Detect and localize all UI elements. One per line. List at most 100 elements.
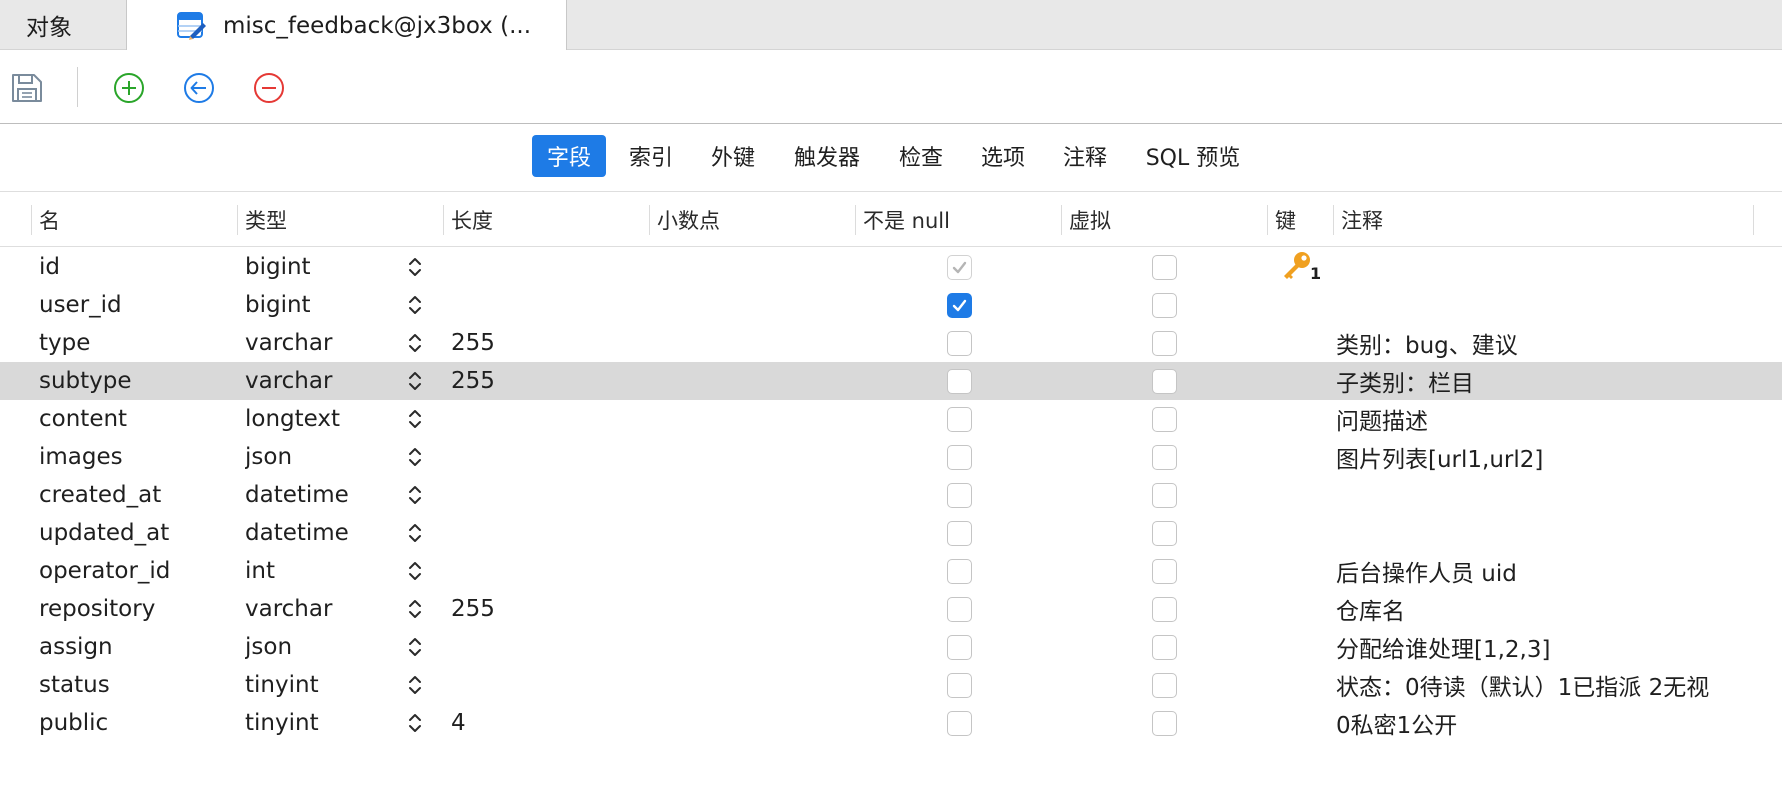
field-length-cell[interactable] xyxy=(451,248,601,286)
add-field-button[interactable] xyxy=(112,71,146,105)
not-null-checkbox[interactable] xyxy=(946,406,972,432)
key-cell[interactable] xyxy=(1280,514,1320,552)
field-type-cell[interactable]: longtext xyxy=(245,400,395,438)
field-decimal-cell[interactable] xyxy=(656,514,806,552)
column-header-not-null[interactable]: 不是 null xyxy=(855,193,1061,247)
field-length-cell[interactable]: 4 xyxy=(451,704,601,742)
type-dropdown-toggle[interactable] xyxy=(404,324,426,362)
table-row[interactable]: content longtext 问题描述 xyxy=(0,400,1782,438)
field-comment-cell[interactable] xyxy=(1336,248,1776,286)
not-null-checkbox[interactable] xyxy=(946,254,972,280)
column-header-type[interactable]: 类型 xyxy=(237,193,443,247)
field-name-cell[interactable]: created_at xyxy=(39,476,229,514)
not-null-checkbox[interactable] xyxy=(946,368,972,394)
type-dropdown-toggle[interactable] xyxy=(404,400,426,438)
field-decimal-cell[interactable] xyxy=(656,704,806,742)
field-type-cell[interactable]: int xyxy=(245,552,395,590)
delete-field-button[interactable] xyxy=(252,71,286,105)
field-type-cell[interactable]: datetime xyxy=(245,514,395,552)
field-comment-cell[interactable]: 仓库名 xyxy=(1336,590,1776,628)
field-decimal-cell[interactable] xyxy=(656,438,806,476)
field-name-cell[interactable]: type xyxy=(39,324,229,362)
virtual-checkbox[interactable] xyxy=(1151,330,1177,356)
field-type-cell[interactable]: tinyint xyxy=(245,704,395,742)
field-length-cell[interactable]: 255 xyxy=(451,324,601,362)
field-name-cell[interactable]: assign xyxy=(39,628,229,666)
key-cell[interactable] xyxy=(1280,590,1320,628)
field-decimal-cell[interactable] xyxy=(656,476,806,514)
subtab-comment[interactable]: 注释 xyxy=(1048,135,1122,177)
field-decimal-cell[interactable] xyxy=(656,286,806,324)
column-header-key[interactable]: 键 xyxy=(1267,193,1333,247)
tab-objects[interactable]: 对象 xyxy=(0,0,127,50)
not-null-checkbox[interactable] xyxy=(946,482,972,508)
virtual-checkbox[interactable] xyxy=(1151,558,1177,584)
field-type-cell[interactable]: json xyxy=(245,628,395,666)
field-comment-cell[interactable]: 子类别：栏目 xyxy=(1336,362,1776,400)
type-dropdown-toggle[interactable] xyxy=(404,248,426,286)
field-length-cell[interactable] xyxy=(451,514,601,552)
key-cell[interactable] xyxy=(1280,286,1320,324)
key-cell[interactable] xyxy=(1280,628,1320,666)
subtab-fields[interactable]: 字段 xyxy=(532,135,606,177)
virtual-checkbox[interactable] xyxy=(1151,444,1177,470)
field-decimal-cell[interactable] xyxy=(656,248,806,286)
not-null-checkbox[interactable] xyxy=(946,596,972,622)
virtual-checkbox[interactable] xyxy=(1151,292,1177,318)
table-row[interactable]: operator_id int 后台操作人员 uid xyxy=(0,552,1782,590)
column-header-decimal[interactable]: 小数点 xyxy=(649,193,855,247)
field-name-cell[interactable]: operator_id xyxy=(39,552,229,590)
virtual-checkbox[interactable] xyxy=(1151,520,1177,546)
subtab-foreign-keys[interactable]: 外键 xyxy=(696,135,770,177)
key-cell[interactable] xyxy=(1280,438,1320,476)
key-cell[interactable] xyxy=(1280,400,1320,438)
column-header-name[interactable]: 名 xyxy=(31,193,237,247)
field-decimal-cell[interactable] xyxy=(656,400,806,438)
field-name-cell[interactable]: content xyxy=(39,400,229,438)
field-comment-cell[interactable] xyxy=(1336,514,1776,552)
field-name-cell[interactable]: updated_at xyxy=(39,514,229,552)
type-dropdown-toggle[interactable] xyxy=(404,514,426,552)
save-button[interactable] xyxy=(10,71,44,105)
virtual-checkbox[interactable] xyxy=(1151,672,1177,698)
table-row[interactable]: public tinyint 4 0私密1公开 xyxy=(0,704,1782,742)
table-row[interactable]: id bigint 1 xyxy=(0,248,1782,286)
key-cell[interactable] xyxy=(1280,704,1320,742)
table-row[interactable]: status tinyint 状态：0待读（默认）1已指派 2无视 xyxy=(0,666,1782,704)
field-decimal-cell[interactable] xyxy=(656,324,806,362)
field-decimal-cell[interactable] xyxy=(656,628,806,666)
not-null-checkbox[interactable] xyxy=(946,672,972,698)
virtual-checkbox[interactable] xyxy=(1151,710,1177,736)
field-length-cell[interactable] xyxy=(451,286,601,324)
column-header-comment[interactable]: 注释 xyxy=(1333,193,1753,247)
table-row[interactable]: repository varchar 255 仓库名 xyxy=(0,590,1782,628)
field-comment-cell[interactable]: 问题描述 xyxy=(1336,400,1776,438)
not-null-checkbox[interactable] xyxy=(946,710,972,736)
field-length-cell[interactable] xyxy=(451,628,601,666)
field-type-cell[interactable]: varchar xyxy=(245,324,395,362)
column-header-length[interactable]: 长度 xyxy=(443,193,649,247)
not-null-checkbox[interactable] xyxy=(946,292,972,318)
key-cell[interactable] xyxy=(1280,324,1320,362)
key-cell[interactable] xyxy=(1280,552,1320,590)
type-dropdown-toggle[interactable] xyxy=(404,286,426,324)
not-null-checkbox[interactable] xyxy=(946,558,972,584)
subtab-triggers[interactable]: 触发器 xyxy=(780,135,874,177)
type-dropdown-toggle[interactable] xyxy=(404,438,426,476)
column-header-virtual[interactable]: 虚拟 xyxy=(1061,193,1267,247)
key-cell[interactable]: 1 xyxy=(1280,248,1320,286)
virtual-checkbox[interactable] xyxy=(1151,368,1177,394)
not-null-checkbox[interactable] xyxy=(946,444,972,470)
field-comment-cell[interactable] xyxy=(1336,286,1776,324)
field-length-cell[interactable]: 255 xyxy=(451,362,601,400)
table-row[interactable]: type varchar 255 类别：bug、建议 xyxy=(0,324,1782,362)
subtab-checks[interactable]: 检查 xyxy=(884,135,958,177)
table-row[interactable]: user_id bigint xyxy=(0,286,1782,324)
field-type-cell[interactable]: json xyxy=(245,438,395,476)
field-name-cell[interactable]: status xyxy=(39,666,229,704)
key-cell[interactable] xyxy=(1280,666,1320,704)
field-comment-cell[interactable] xyxy=(1336,476,1776,514)
field-name-cell[interactable]: user_id xyxy=(39,286,229,324)
virtual-checkbox[interactable] xyxy=(1151,634,1177,660)
virtual-checkbox[interactable] xyxy=(1151,254,1177,280)
